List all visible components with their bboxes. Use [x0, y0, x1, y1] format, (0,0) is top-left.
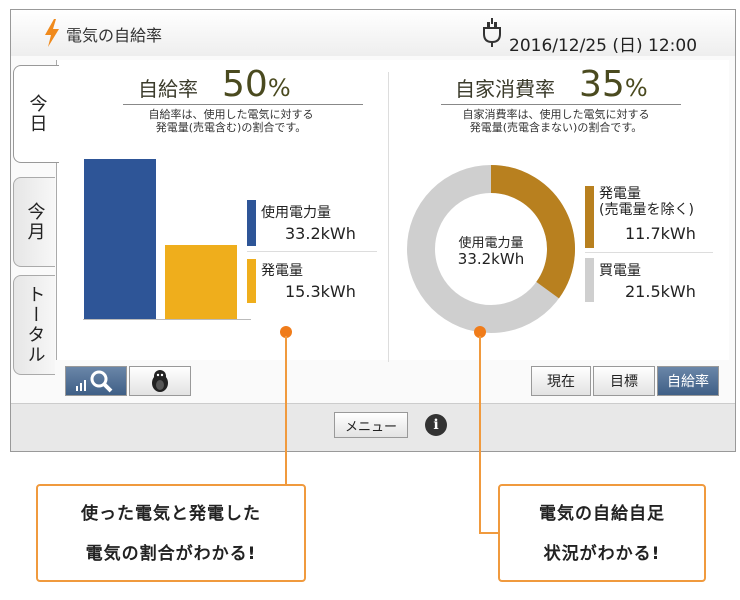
- lightning-icon: [45, 19, 59, 47]
- self-generation-label-line1: 発電量: [599, 186, 641, 202]
- self-sufficiency-label: 自給率: [138, 77, 198, 101]
- purchased-legend-value: 21.5kWh: [625, 282, 696, 301]
- usage-bar: [84, 159, 156, 319]
- self-generation-label-line2: (売電量を除く): [599, 202, 694, 218]
- tab-month-label: 今月: [24, 202, 46, 242]
- generation-legend-label: 発電量: [261, 263, 303, 279]
- tab-month[interactable]: 今月: [13, 177, 55, 267]
- right-connector-line-vertical: [479, 336, 481, 534]
- device-screen: 電気の自給率 2016/12/25 (日) 12:00 今日 今月 トータル 自…: [10, 9, 736, 452]
- generation-legend-swatch: [247, 259, 256, 303]
- tab-total-label: トータル: [24, 285, 46, 365]
- self-consumption-desc-line1: 自家消費率は、使用した電気に対する: [462, 108, 650, 121]
- usage-legend-swatch: [247, 200, 256, 246]
- self-consumption-value: 35: [579, 64, 625, 105]
- left-callout-line2: 電気の割合がわかる!: [85, 544, 257, 564]
- left-callout-line1: 使った電気と発電した: [81, 504, 261, 524]
- right-legend-separator: [585, 252, 713, 253]
- date-time: 2016/12/25 (日) 12:00: [509, 36, 698, 56]
- self-sufficiency-desc-line1: 自給率は、使用した電気に対する: [148, 108, 314, 121]
- self-sufficiency-desc-line2: 発電量(売電含む)の割合です。: [155, 121, 307, 134]
- legend-separator: [247, 251, 377, 252]
- target-button[interactable]: 目標: [593, 366, 655, 396]
- self-sufficiency-description: 自給率は、使用した電気に対する 発電量(売電含む)の割合です。: [101, 108, 361, 134]
- self-rate-button[interactable]: 自給率: [657, 366, 719, 396]
- self-consumption-description: 自家消費率は、使用した電気に対する 発電量(売電含まない)の割合です。: [421, 108, 691, 134]
- self-sufficiency-heading: 自給率 50 %: [138, 64, 291, 105]
- purchased-legend-swatch: [585, 258, 594, 302]
- right-callout: 電気の自給自足 状況がわかる!: [498, 484, 706, 582]
- self-consumption-desc-line2: 発電量(売電含まない)の割合です。: [469, 121, 643, 134]
- plug-icon: [483, 18, 501, 47]
- menu-button[interactable]: メニュー: [334, 412, 408, 438]
- tab-today[interactable]: 今日: [13, 65, 59, 163]
- generation-bar: [165, 245, 237, 319]
- self-sufficiency-value: 50: [222, 64, 268, 105]
- usage-legend-value: 33.2kWh: [285, 224, 356, 243]
- left-connector-line: [285, 336, 287, 484]
- app-title: 電気の自給率: [66, 26, 163, 45]
- right-callout-line2: 状況がわかる!: [543, 544, 661, 564]
- tab-total[interactable]: トータル: [13, 275, 55, 375]
- purchased-legend-label: 買電量: [599, 263, 641, 279]
- donut-center-value: 33.2kWh: [457, 250, 525, 268]
- tab-today-label: 今日: [26, 94, 48, 134]
- info-icon[interactable]: i: [425, 414, 447, 436]
- donut-center-label: 使用電力量: [458, 236, 524, 251]
- left-callout: 使った電気と発電した 電気の割合がわかる!: [36, 484, 306, 582]
- zoom-view-button[interactable]: [65, 366, 127, 396]
- self-sufficiency-underline: [123, 104, 363, 105]
- penguin-icon: [152, 370, 168, 392]
- usage-legend-label: 使用電力量: [261, 205, 331, 221]
- self-consumption-label: 自家消費率: [455, 77, 555, 101]
- self-consumption-heading: 自家消費率 35 %: [455, 64, 648, 105]
- bottom-bar: メニュー i: [11, 403, 735, 451]
- self-consumption-underline: [441, 104, 681, 105]
- character-view-button[interactable]: [129, 366, 191, 396]
- bar-baseline: [83, 319, 251, 320]
- panel-divider: [388, 72, 389, 362]
- self-generation-legend-swatch: [585, 186, 594, 248]
- generation-legend-value: 15.3kWh: [285, 282, 356, 301]
- self-generation-legend-value: 11.7kWh: [625, 224, 696, 243]
- self-generation-legend-label: 発電量 (売電量を除く): [599, 186, 694, 218]
- right-connector-line-horizontal: [479, 532, 499, 534]
- title-bar: 電気の自給率 2016/12/25 (日) 12:00: [11, 10, 735, 56]
- current-button[interactable]: 現在: [531, 366, 591, 396]
- self-consumption-unit: %: [624, 74, 648, 102]
- right-callout-line1: 電気の自給自足: [539, 504, 665, 524]
- zoom-chart-icon: [76, 370, 113, 393]
- self-sufficiency-unit: %: [267, 74, 291, 102]
